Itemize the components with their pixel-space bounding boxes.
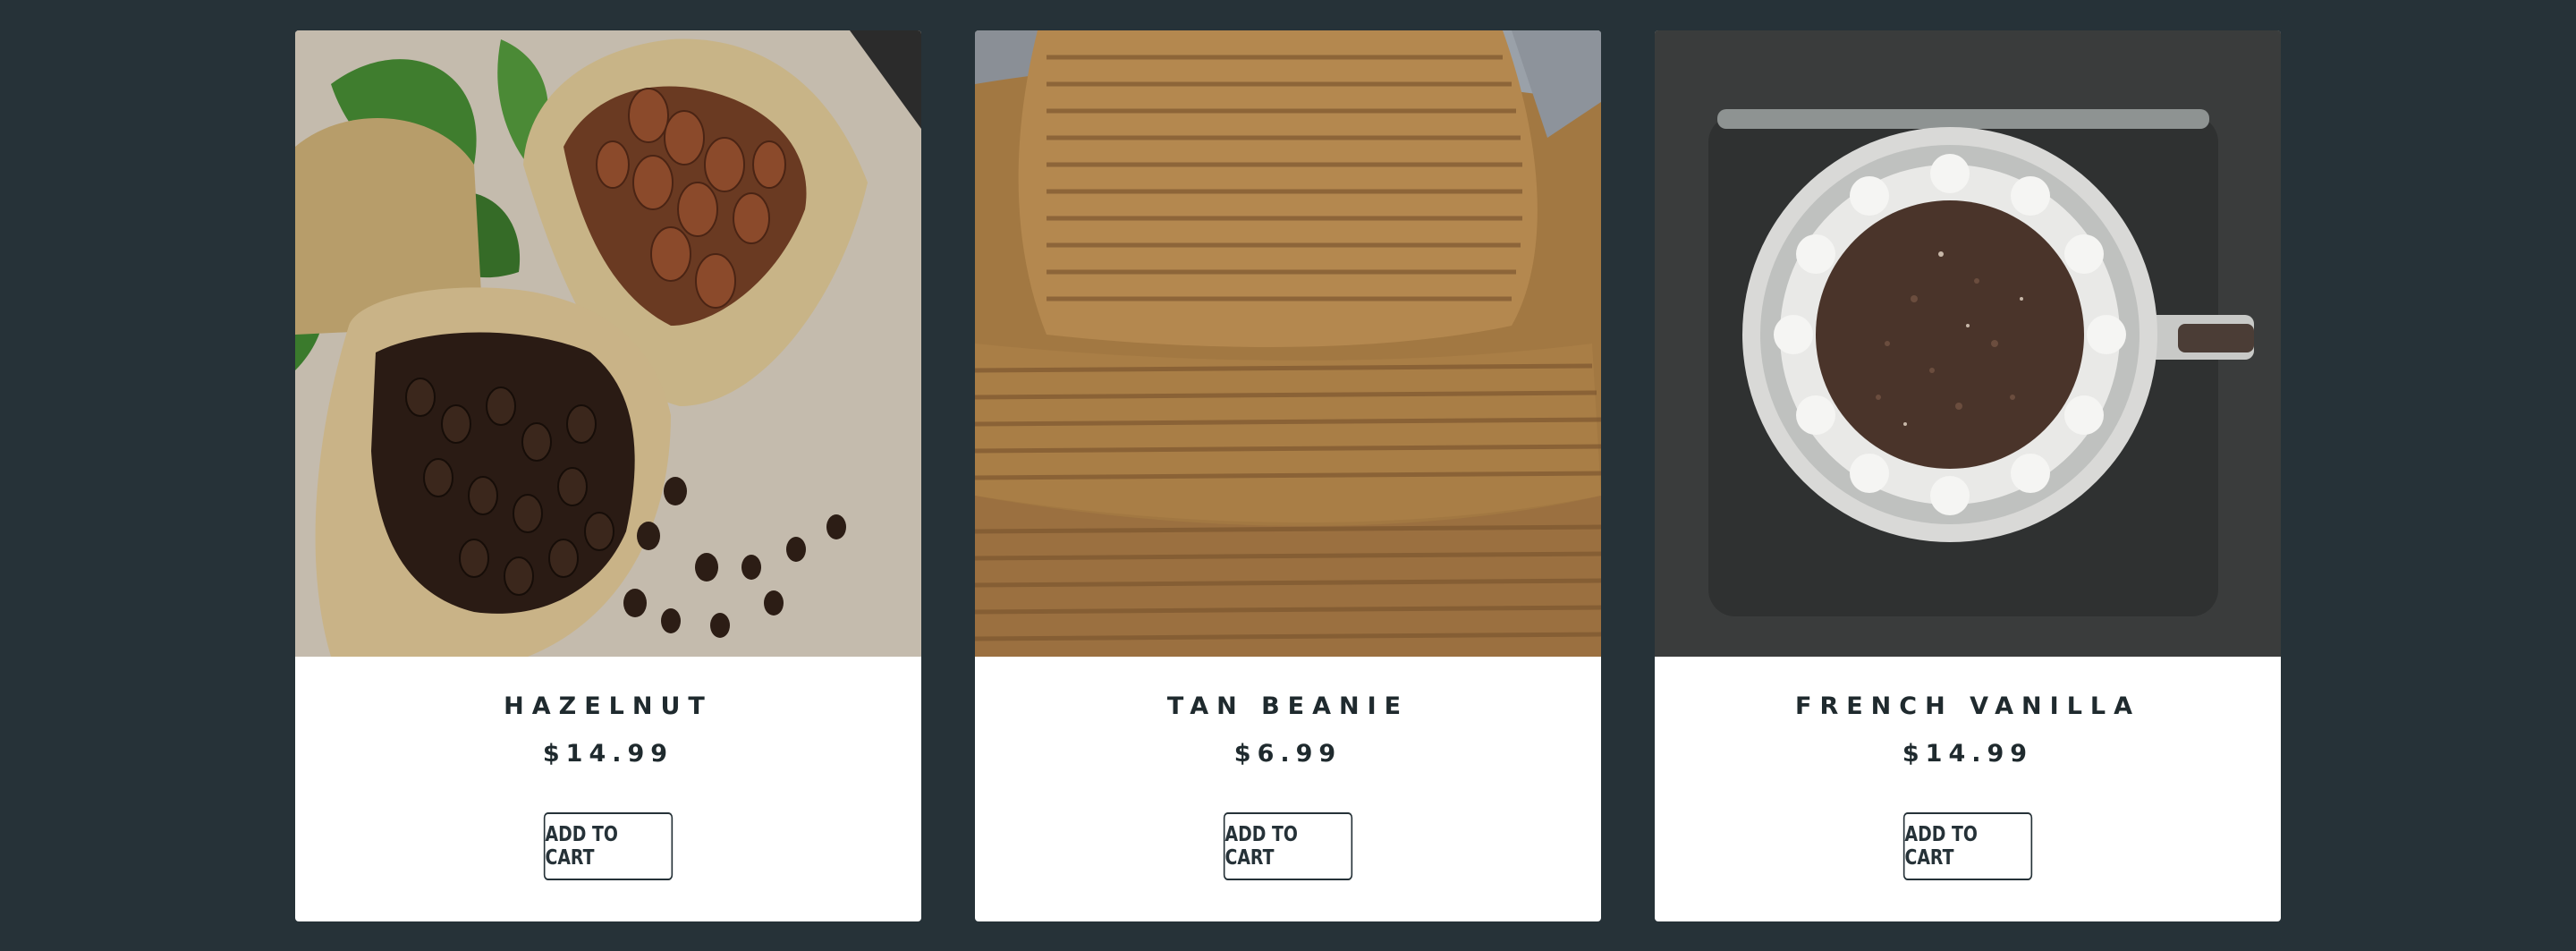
coffee-beans-burlap-sacks-image [295,30,921,657]
product-price: $6.99 [1233,740,1343,768]
product-price: $14.99 [1902,740,2034,768]
pour-over-coffee-image [1655,30,2281,657]
product-grid: HAZELNUT $14.99 ADD TO CART TAN BEANIE $… [295,30,2281,921]
product-card: HAZELNUT $14.99 ADD TO CART [295,30,921,921]
product-price: $14.99 [542,740,674,768]
knit-beanie-image [975,30,1601,657]
product-card: TAN BEANIE $6.99 ADD TO CART [975,30,1601,921]
product-image-hazelnut[interactable] [295,30,921,657]
product-name: FRENCH VANILLA [1795,692,2140,720]
add-to-cart-button[interactable]: ADD TO CART [1223,812,1353,880]
product-name: HAZELNUT [504,692,713,720]
add-to-cart-button[interactable]: ADD TO CART [1902,812,2033,880]
product-image-french-vanilla[interactable] [1655,30,2281,657]
product-image-tan-beanie[interactable] [975,30,1601,657]
product-card: FRENCH VANILLA $14.99 ADD TO CART [1655,30,2281,921]
add-to-cart-button[interactable]: ADD TO CART [543,812,674,880]
product-name: TAN BEANIE [1166,692,1410,720]
